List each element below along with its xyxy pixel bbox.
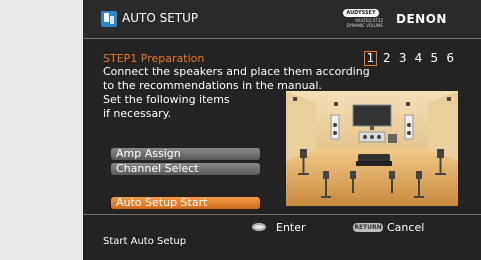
step-number-current: 1 bbox=[364, 51, 377, 66]
step-title: STEP1 Preparation bbox=[103, 52, 205, 65]
auto-setup-start-button[interactable]: Auto Setup Start bbox=[111, 197, 260, 209]
step-number: 2 bbox=[383, 51, 391, 65]
footer-divider bbox=[83, 214, 481, 215]
instruction-line: if necessary. bbox=[103, 107, 172, 120]
step-number: 3 bbox=[398, 51, 407, 65]
instruction-line: Set the following items bbox=[103, 93, 230, 106]
speaker-setup-icon bbox=[101, 11, 117, 27]
enter-label: Enter bbox=[276, 221, 306, 234]
enter-button-icon bbox=[252, 223, 266, 231]
return-button-icon: RETURN bbox=[353, 223, 383, 232]
speaker-placement-illustration bbox=[286, 91, 458, 206]
status-hint: Start Auto Setup bbox=[103, 236, 187, 247]
step-indicator: 1 2 3 4 5 6 bbox=[364, 51, 456, 66]
audyssey-dynamic-volume-label: DYNAMIC VOLUME bbox=[346, 23, 383, 28]
title-bar: AUTO SETUP AUDYSSEY MULTEQ XT32 DYNAMIC … bbox=[83, 0, 481, 39]
step-number: 5 bbox=[430, 51, 439, 65]
amp-assign-button[interactable]: Amp Assign bbox=[111, 148, 260, 160]
instruction-line: Connect the speakers and place them acco… bbox=[103, 65, 370, 78]
channel-select-button[interactable]: Channel Select bbox=[111, 163, 260, 175]
setup-screen: AUTO SETUP AUDYSSEY MULTEQ XT32 DYNAMIC … bbox=[83, 0, 481, 260]
brand-logo: DENON bbox=[396, 12, 447, 26]
cancel-label: Cancel bbox=[387, 221, 425, 234]
step-number: 4 bbox=[414, 51, 423, 65]
step-number: 6 bbox=[446, 51, 454, 65]
window-title: AUTO SETUP bbox=[122, 11, 199, 25]
audyssey-logo: AUDYSSEY bbox=[343, 9, 379, 17]
